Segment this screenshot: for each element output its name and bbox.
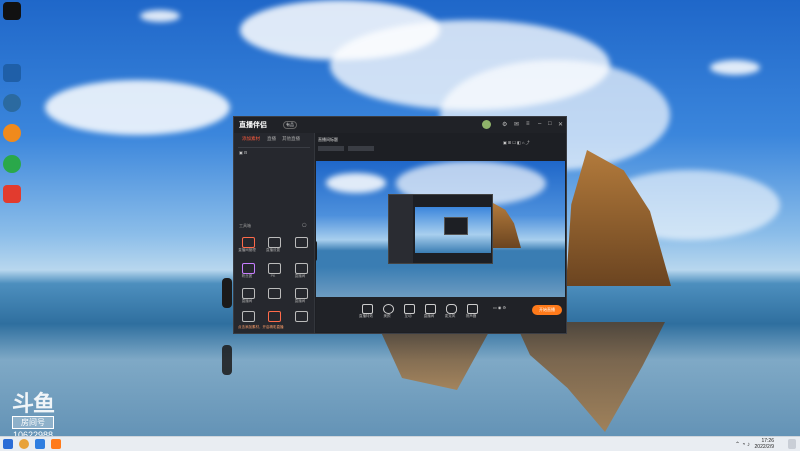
- tool-label: 粉丝团: [241, 274, 253, 278]
- effects-icon[interactable]: [362, 304, 373, 314]
- tool-icon[interactable]: [242, 237, 255, 248]
- minimize-icon[interactable]: –: [538, 121, 541, 127]
- desktop-app-icon[interactable]: [3, 124, 21, 142]
- nested-app-window: [444, 217, 468, 235]
- tool-icon[interactable]: [242, 288, 255, 299]
- room-icon[interactable]: [425, 304, 436, 314]
- bottom-toolbar: 直播特效 美颜 互动 直播间 麦克风 扬声器 ▭ ◉ ⚙ 开始直播: [316, 297, 565, 332]
- tool-icon[interactable]: [242, 263, 255, 274]
- nested-left-panel: [389, 195, 413, 263]
- start-icon[interactable]: [3, 439, 13, 449]
- message-icon[interactable]: ✉: [514, 121, 519, 128]
- tab-add-material[interactable]: 添加素材: [242, 136, 260, 142]
- settings-icon[interactable]: ⚙: [502, 121, 507, 128]
- stream-title[interactable]: 直播间标题: [318, 137, 338, 143]
- rock-reflection: [515, 322, 665, 432]
- tool-icon[interactable]: [268, 288, 281, 299]
- tool-icon[interactable]: [242, 311, 255, 322]
- app-brand: 直播伴侣: [239, 122, 267, 129]
- app-title-bar: 直播伴侣 有品 ⚙ ✉ ≡ – □ ✕: [234, 117, 566, 133]
- tool-icon[interactable]: [295, 263, 308, 274]
- watermark-logo: 斗鱼: [12, 391, 55, 416]
- bottom-tool-label: 扬声器: [465, 314, 477, 318]
- bottom-notice[interactable]: 点击添加素材，开启精彩直播: [238, 325, 284, 330]
- category-tag[interactable]: [318, 146, 344, 151]
- browser-icon[interactable]: [19, 439, 29, 449]
- nested-app-window: [388, 194, 493, 264]
- bottom-tool-label: 美颜: [383, 314, 391, 318]
- toolbox-label: 工具箱: [239, 223, 251, 228]
- tab-other[interactable]: 其他直播: [282, 136, 300, 142]
- bottom-tool-label: 直播特效: [359, 314, 373, 318]
- stream-preview[interactable]: [316, 161, 565, 297]
- record-icon[interactable]: ▭ ◉ ⚙: [493, 305, 506, 310]
- tool-icon[interactable]: [268, 237, 281, 248]
- beauty-icon[interactable]: [383, 304, 394, 314]
- tool-icon[interactable]: [268, 311, 281, 322]
- divider: [238, 147, 310, 148]
- preview-desktop-icons: [316, 161, 324, 261]
- start-live-button[interactable]: 开始直播: [532, 305, 562, 315]
- clock[interactable]: 17:26 2022/2/9: [755, 438, 774, 450]
- tool-icon[interactable]: [295, 311, 308, 322]
- desktop-app-icon[interactable]: [3, 64, 21, 82]
- tool-label: 直播间管理: [238, 248, 256, 252]
- desktop-app-icon[interactable]: [3, 155, 21, 173]
- tool-label: 直播间: [294, 274, 306, 278]
- cloud: [710, 60, 760, 75]
- toolbox-settings-icon[interactable]: ◯: [302, 222, 306, 227]
- speaker-icon[interactable]: [467, 304, 478, 314]
- tool-label: 直播间: [294, 299, 306, 303]
- person-silhouette: [222, 278, 232, 308]
- header-icons[interactable]: ▣ ⊞ ☐ ◧ ⌂ ⤴: [503, 140, 529, 146]
- category-tag[interactable]: [348, 146, 374, 151]
- cloud: [140, 10, 180, 22]
- person-silhouette: [316, 241, 317, 261]
- tray-icons[interactable]: ⌃ ◔ ♪: [735, 441, 750, 448]
- tool-icon[interactable]: [295, 237, 308, 248]
- watermark-badge: 房间号: [12, 416, 55, 429]
- tool-icon[interactable]: [268, 263, 281, 274]
- avatar[interactable]: [482, 120, 491, 129]
- desktop: 斗鱼 房间号 10622988 直播伴侣 有品 ⚙ ✉ ≡ – □ ✕ 添加素材…: [0, 0, 800, 450]
- app-taskbar-icon[interactable]: [51, 439, 61, 449]
- close-icon[interactable]: ✕: [558, 121, 563, 128]
- rock-reflection: [380, 330, 490, 390]
- source-icon[interactable]: ▣ ⊟: [239, 150, 247, 155]
- tool-icon[interactable]: [295, 288, 308, 299]
- app-taskbar-icon[interactable]: [35, 439, 45, 449]
- brand-tag[interactable]: 有品: [283, 121, 297, 129]
- wps-icon[interactable]: [3, 185, 21, 203]
- person-reflection: [222, 345, 232, 375]
- tiktok-icon[interactable]: [3, 2, 21, 20]
- clock-date: 2022/2/9: [754, 444, 774, 450]
- bottom-tool-label: 直播间: [423, 314, 435, 318]
- tool-label: PK: [270, 274, 276, 278]
- desktop-app-icon[interactable]: [3, 94, 21, 112]
- cloud: [326, 173, 386, 193]
- cloud: [45, 80, 230, 135]
- notification-icon[interactable]: [788, 439, 796, 449]
- taskbar: ⌃ ◔ ♪ 17:26 2022/2/9: [0, 436, 800, 451]
- interact-icon[interactable]: [404, 304, 415, 314]
- tool-label: 直播设置: [266, 248, 280, 252]
- bottom-tool-label: 互动: [404, 314, 412, 318]
- streaming-app-window: 直播伴侣 有品 ⚙ ✉ ≡ – □ ✕ 添加素材 直播 其他直播 ▣ ⊟ 工具箱…: [233, 116, 567, 334]
- left-panel: 添加素材 直播 其他直播 ▣ ⊟ 工具箱 ◯ 直播间管理 直播设置 粉丝团 PK…: [234, 133, 315, 333]
- microphone-icon[interactable]: [446, 304, 457, 314]
- tab-live[interactable]: 直播: [267, 136, 276, 142]
- douyu-watermark: 斗鱼 房间号 10622988: [12, 391, 55, 440]
- maximize-icon[interactable]: □: [548, 121, 552, 127]
- tool-label: 直播间: [241, 299, 253, 303]
- bottom-tool-label: 麦克风: [444, 314, 456, 318]
- menu-icon[interactable]: ≡: [526, 121, 530, 127]
